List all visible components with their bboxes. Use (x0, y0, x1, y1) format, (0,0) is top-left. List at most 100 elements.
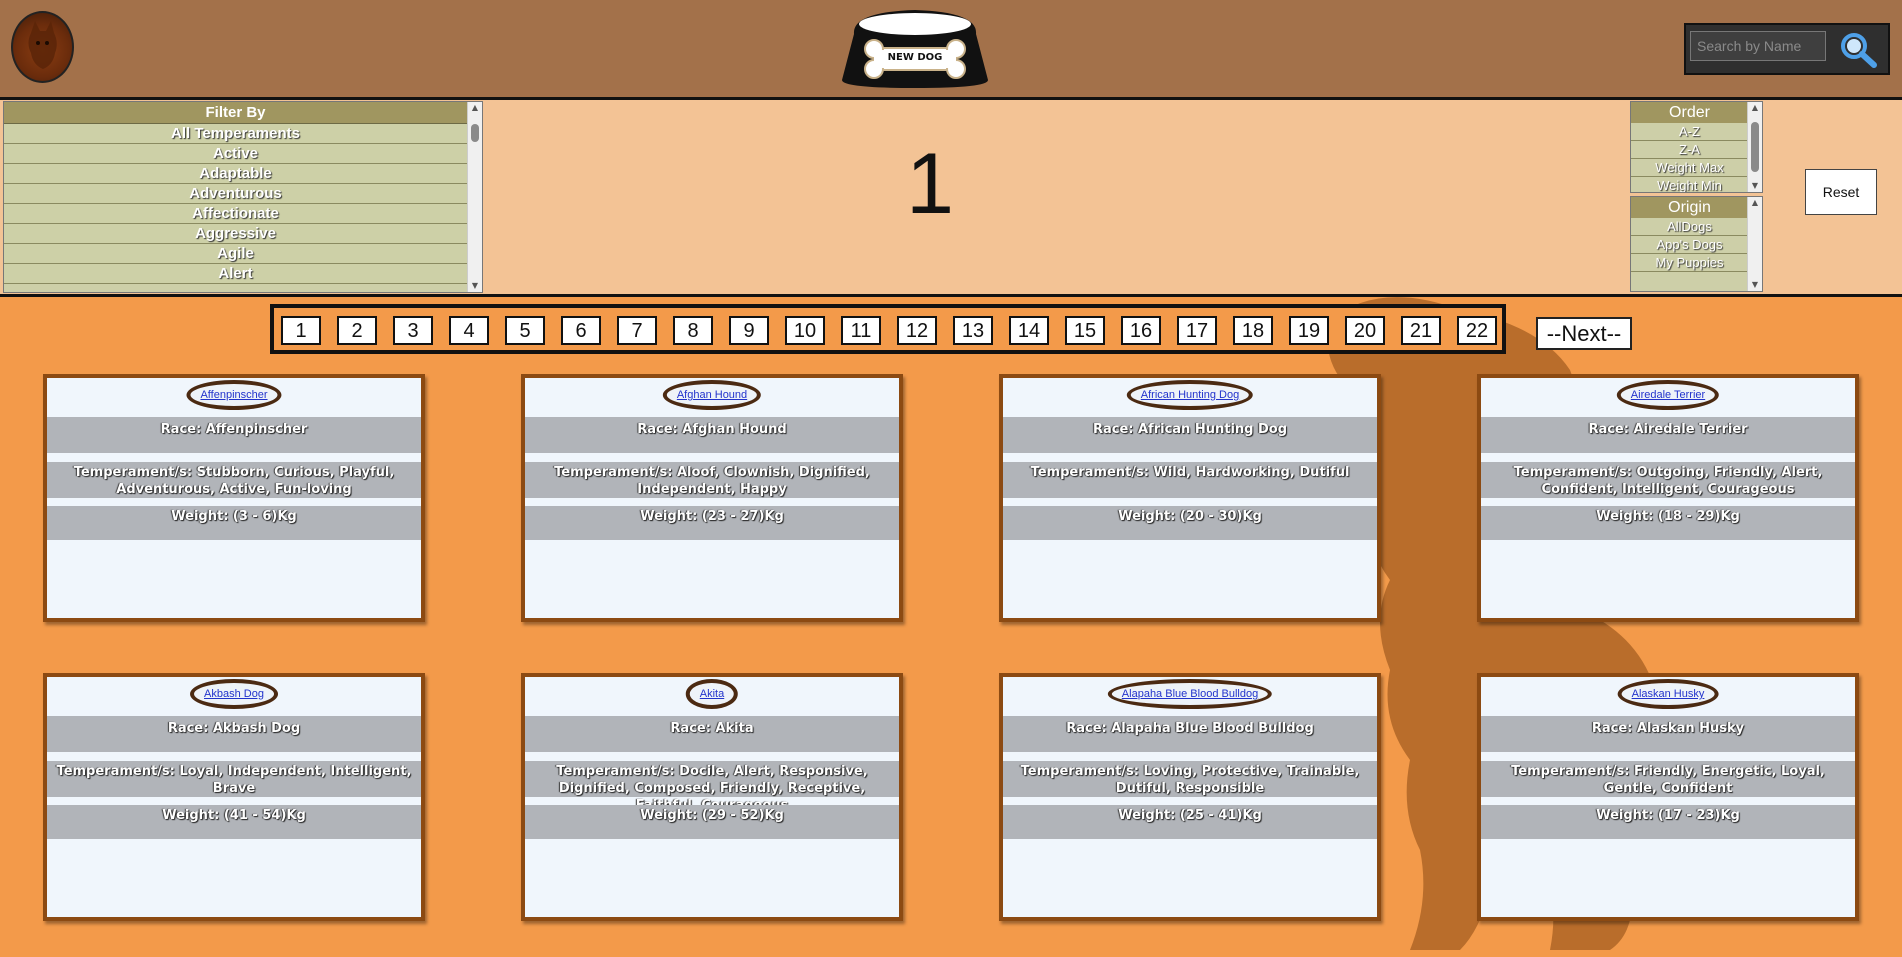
card-weight: Weight: (29 - 52)Kg (525, 805, 899, 839)
temperament-filter-list[interactable]: Filter By All Temperaments Active Adapta… (3, 101, 483, 293)
filter-band: Filter By All Temperaments Active Adapta… (0, 100, 1902, 297)
search-input[interactable] (1690, 31, 1826, 61)
page-button[interactable]: 4 (449, 316, 489, 345)
card-race: Race: Airedale Terrier (1481, 417, 1855, 453)
dog-card[interactable]: Alaskan Husky Race: Alaskan Husky Temper… (1477, 673, 1859, 921)
page-button[interactable]: 8 (673, 316, 713, 345)
pagination-bar: 1 2 3 4 5 6 7 8 9 10 11 12 13 14 15 16 1… (270, 304, 1506, 354)
card-race: Race: Alapaha Blue Blood Bulldog (1003, 716, 1377, 752)
order-weight-min[interactable]: Weight Min (1631, 177, 1748, 192)
filter-item-adventurous[interactable]: Adventurous (4, 184, 467, 204)
card-temperament: Temperament/s: Stubborn, Curious, Playfu… (47, 462, 421, 498)
page-button[interactable]: 1 (281, 316, 321, 345)
order-z-a[interactable]: Z-A (1631, 141, 1748, 159)
card-race: Race: Affenpinscher (47, 417, 421, 453)
dog-card[interactable]: Affenpinscher Race: Affenpinscher Temper… (43, 374, 425, 622)
card-weight: Weight: (18 - 29)Kg (1481, 506, 1855, 540)
origin-title: Origin (1631, 197, 1748, 218)
search-button[interactable] (1834, 29, 1882, 69)
page-button[interactable]: 9 (729, 316, 769, 345)
filter-item-all-temperaments[interactable]: All Temperaments (4, 124, 467, 144)
page-button[interactable]: 19 (1289, 316, 1329, 345)
dog-card[interactable]: Airedale Terrier Race: Airedale Terrier … (1477, 374, 1859, 622)
origin-all-dogs[interactable]: AllDogs (1631, 218, 1748, 236)
card-temperament: Temperament/s: Friendly, Energetic, Loya… (1481, 761, 1855, 797)
scroll-thumb[interactable] (471, 124, 479, 142)
page-button[interactable]: 16 (1121, 316, 1161, 345)
dog-image[interactable]: Alapaha Blue Blood Bulldog (1107, 679, 1273, 709)
page-button[interactable]: 12 (897, 316, 937, 345)
next-page-button[interactable]: --Next-- (1536, 317, 1632, 350)
scroll-down-icon[interactable]: ▼ (1748, 279, 1762, 291)
card-weight: Weight: (41 - 54)Kg (47, 805, 421, 839)
dog-card[interactable]: Afghan Hound Race: Afghan Hound Temperam… (521, 374, 903, 622)
dog-image[interactable]: Akbash Dog (190, 679, 278, 709)
card-race: Race: Alaskan Husky (1481, 716, 1855, 752)
card-weight: Weight: (25 - 41)Kg (1003, 805, 1377, 839)
page-button[interactable]: 22 (1457, 316, 1497, 345)
page-button[interactable]: 5 (505, 316, 545, 345)
card-temperament: Temperament/s: Outgoing, Friendly, Alert… (1481, 462, 1855, 498)
origin-list[interactable]: Origin AllDogs App's Dogs My Puppies ▲ ▼ (1630, 196, 1763, 292)
card-race: Race: Akbash Dog (47, 716, 421, 752)
order-scrollbar[interactable]: ▲ ▼ (1747, 102, 1762, 192)
page-button[interactable]: 18 (1233, 316, 1273, 345)
current-page-number: 1 (906, 136, 954, 232)
dog-image[interactable]: Affenpinscher (186, 380, 282, 410)
page-button[interactable]: 7 (617, 316, 657, 345)
card-temperament: Temperament/s: Loving, Protective, Train… (1003, 761, 1377, 797)
card-race: Race: Akita (525, 716, 899, 752)
page-button[interactable]: 3 (393, 316, 433, 345)
page-button[interactable]: 20 (1345, 316, 1385, 345)
page-button[interactable]: 6 (561, 316, 601, 345)
page-button[interactable]: 2 (337, 316, 377, 345)
page-button[interactable]: 11 (841, 316, 881, 345)
origin-apps-dogs[interactable]: App's Dogs (1631, 236, 1748, 254)
origin-scrollbar[interactable]: ▲ ▼ (1747, 197, 1762, 291)
dog-card[interactable]: Alapaha Blue Blood Bulldog Race: Alapaha… (999, 673, 1381, 921)
page-button[interactable]: 17 (1177, 316, 1217, 345)
dog-image[interactable]: Alaskan Husky (1617, 679, 1719, 709)
scroll-up-icon[interactable]: ▲ (468, 102, 482, 114)
filter-item-alert[interactable]: Alert (4, 264, 467, 284)
filter-item-active[interactable]: Active (4, 144, 467, 164)
filter-scrollbar[interactable]: ▲ ▼ (467, 102, 482, 292)
dog-card[interactable]: African Hunting Dog Race: African Huntin… (999, 374, 1381, 622)
card-weight: Weight: (20 - 30)Kg (1003, 506, 1377, 540)
page-button[interactable]: 10 (785, 316, 825, 345)
page-button[interactable]: 15 (1065, 316, 1105, 345)
scroll-down-icon[interactable]: ▼ (1748, 180, 1762, 192)
order-list[interactable]: Order A-Z Z-A Weight Max Weight Min ▲ ▼ (1630, 101, 1763, 193)
page-button[interactable]: 13 (953, 316, 993, 345)
new-dog-label: NEW DOG (887, 52, 943, 63)
filter-item-aggressive[interactable]: Aggressive (4, 224, 467, 244)
origin-my-puppies[interactable]: My Puppies (1631, 254, 1748, 272)
order-a-z[interactable]: A-Z (1631, 123, 1748, 141)
dog-image[interactable]: African Hunting Dog (1126, 380, 1254, 410)
card-race: Race: Afghan Hound (525, 417, 899, 453)
dog-image[interactable]: Afghan Hound (662, 380, 762, 410)
dog-card[interactable]: Akbash Dog Race: Akbash Dog Temperament/… (43, 673, 425, 921)
scroll-thumb[interactable] (1751, 122, 1759, 172)
filter-item-agile[interactable]: Agile (4, 244, 467, 264)
search-icon (1841, 33, 1877, 68)
order-weight-max[interactable]: Weight Max (1631, 159, 1748, 177)
scroll-up-icon[interactable]: ▲ (1748, 102, 1762, 114)
new-dog-bowl-button[interactable]: NEW DOG (838, 4, 992, 90)
dog-avatar-icon[interactable] (11, 11, 74, 83)
page-button[interactable]: 21 (1401, 316, 1441, 345)
filter-item-affectionate[interactable]: Affectionate (4, 204, 467, 224)
dog-card[interactable]: Akita Race: Akita Temperament/s: Docile,… (521, 673, 903, 921)
card-temperament: Temperament/s: Wild, Hardworking, Dutifu… (1003, 462, 1377, 498)
scroll-up-icon[interactable]: ▲ (1748, 197, 1762, 209)
reset-button[interactable]: Reset (1805, 169, 1877, 215)
header: NEW DOG (0, 0, 1902, 100)
scroll-down-icon[interactable]: ▼ (468, 280, 482, 292)
card-race: Race: African Hunting Dog (1003, 417, 1377, 453)
dog-image[interactable]: Akita (685, 679, 739, 709)
dog-image[interactable]: Airedale Terrier (1616, 380, 1720, 410)
card-weight: Weight: (3 - 6)Kg (47, 506, 421, 540)
page-button[interactable]: 14 (1009, 316, 1049, 345)
card-temperament: Temperament/s: Aloof, Clownish, Dignifie… (525, 462, 899, 498)
filter-item-adaptable[interactable]: Adaptable (4, 164, 467, 184)
